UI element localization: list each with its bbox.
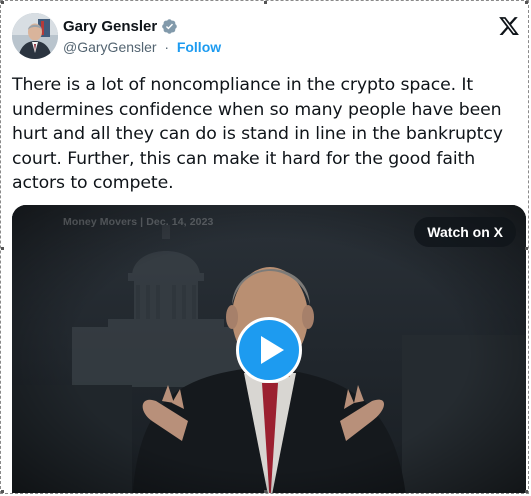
handle-separator: ·	[160, 39, 173, 55]
resize-handle-bottom-right	[525, 490, 528, 493]
resize-handle-bottom-left	[1, 490, 4, 493]
follow-button[interactable]: Follow	[177, 39, 221, 55]
video-watermark: Money Movers | Dec. 14, 2023	[63, 216, 214, 228]
resize-handle-middle-left	[1, 247, 4, 250]
watch-on-x-button[interactable]: Watch on X	[414, 217, 516, 247]
tweet-text: There is a lot of noncompliance in the c…	[12, 75, 503, 193]
video-player[interactable]: Money Movers | Dec. 14, 2023 Watch on X	[12, 205, 526, 493]
author-name-row: Gary Gensler	[63, 16, 178, 36]
author-handle[interactable]: @GaryGensler	[63, 39, 157, 55]
author-name[interactable]: Gary Gensler	[63, 18, 157, 35]
resize-handle-top-right	[525, 1, 528, 4]
play-button[interactable]	[236, 317, 302, 383]
verified-badge-icon[interactable]	[161, 18, 178, 35]
author-handle-row: @GaryGensler · Follow	[63, 39, 221, 55]
x-logo-icon[interactable]	[498, 15, 520, 37]
resize-handle-top-center	[264, 1, 267, 4]
resize-handle-middle-right	[525, 247, 528, 250]
resize-handle-top-left	[1, 1, 4, 4]
resize-handle-bottom-center	[264, 490, 267, 493]
author-avatar[interactable]	[12, 13, 58, 59]
play-icon	[261, 336, 284, 364]
tweet-embed-card: Gary Gensler @GaryGensler · Follow There…	[0, 0, 529, 494]
avatar-photo	[12, 13, 58, 59]
